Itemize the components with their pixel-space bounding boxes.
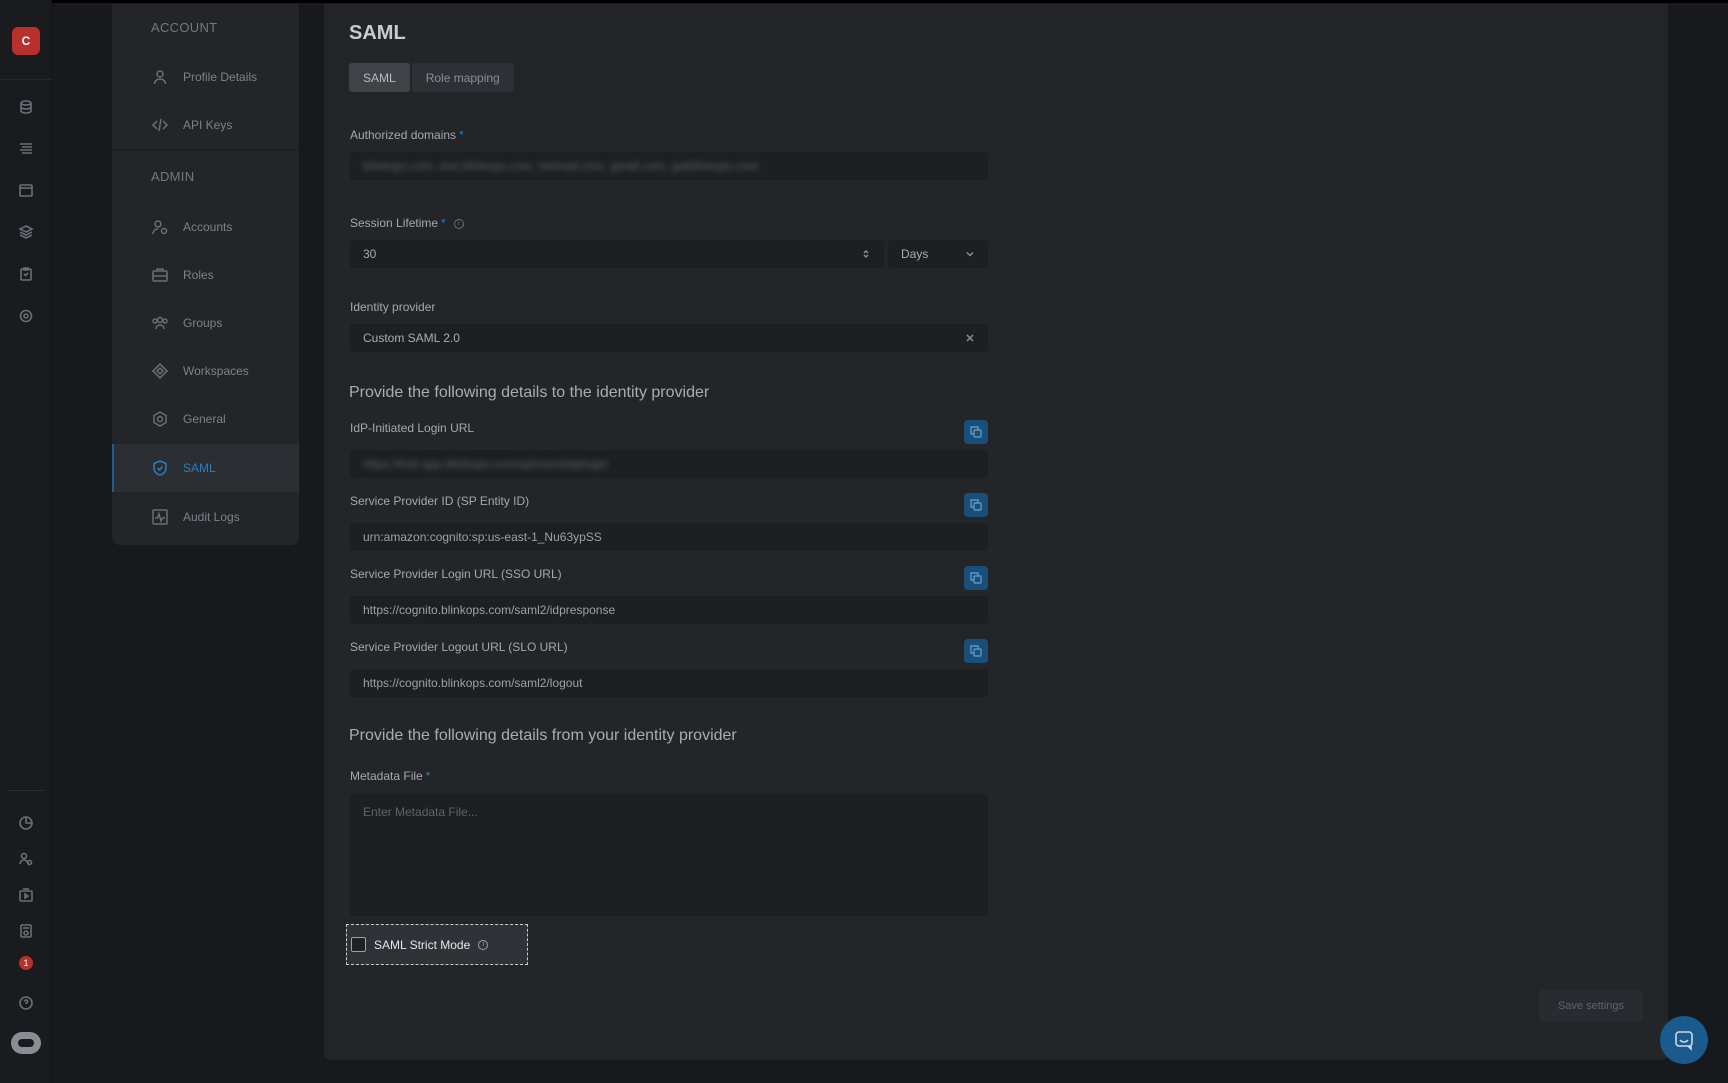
clear-icon[interactable] bbox=[965, 333, 975, 343]
slo-url-field[interactable]: https://cognito.blinkops.com/saml2/logou… bbox=[350, 669, 988, 697]
target-icon[interactable] bbox=[16, 306, 36, 326]
copy-slo-url-button[interactable] bbox=[964, 639, 988, 663]
help-icon[interactable] bbox=[16, 993, 36, 1013]
sidebar-item-label: Profile Details bbox=[183, 70, 258, 84]
sidebar-item-accounts[interactable]: Accounts bbox=[112, 204, 299, 250]
rail-divider bbox=[0, 79, 52, 80]
sidebar-item-label: Groups bbox=[183, 316, 223, 330]
sidebar-item-groups[interactable]: Groups bbox=[112, 300, 299, 346]
copy-sso-url-button[interactable] bbox=[964, 566, 988, 590]
sp-entity-id-label: Service Provider ID (SP Entity ID) bbox=[350, 494, 530, 508]
stepper-arrows-icon[interactable] bbox=[861, 249, 871, 259]
layers-icon[interactable] bbox=[16, 222, 36, 242]
sidebar-item-saml[interactable]: SAML bbox=[112, 444, 299, 492]
metadata-file-textarea[interactable]: Enter Metadata File... bbox=[350, 794, 988, 916]
sso-url-label: Service Provider Login URL (SSO URL) bbox=[350, 567, 562, 581]
tab-role-mapping[interactable]: Role mapping bbox=[411, 63, 514, 92]
sidebar-item-audit-logs[interactable]: Audit Logs bbox=[112, 494, 299, 540]
session-lifetime-stepper[interactable]: 30 bbox=[350, 240, 884, 268]
tab-bar: SAML Role mapping bbox=[349, 63, 514, 92]
shield-icon bbox=[153, 460, 167, 476]
session-lifetime-unit-select[interactable]: Days bbox=[888, 240, 988, 268]
chat-support-button[interactable] bbox=[1660, 1016, 1708, 1064]
sidebar-item-api-keys[interactable]: API Keys bbox=[112, 102, 299, 148]
idp-login-url-label: IdP-Initiated Login URL bbox=[350, 421, 475, 435]
sidebar-divider bbox=[112, 149, 299, 150]
from-idp-heading: Provide the following details from your … bbox=[349, 727, 737, 744]
code-icon bbox=[151, 118, 169, 132]
sidebar-item-label: General bbox=[183, 412, 226, 426]
chart-pie-icon[interactable] bbox=[16, 813, 36, 833]
users-icon[interactable] bbox=[16, 849, 36, 869]
diamond-icon bbox=[151, 362, 169, 380]
saml-strict-mode-label: SAML Strict Mode bbox=[374, 937, 471, 952]
media-icon[interactable] bbox=[16, 885, 36, 905]
required-mark: * bbox=[425, 769, 431, 783]
groups-icon bbox=[152, 316, 168, 330]
assistant-bot-icon[interactable] bbox=[11, 1032, 41, 1054]
authorized-domains-label: Authorized domains * bbox=[350, 128, 464, 142]
copy-icon bbox=[970, 499, 982, 511]
sso-url-field[interactable]: https://cognito.blinkops.com/saml2/idpre… bbox=[350, 596, 988, 624]
accounts-icon bbox=[152, 220, 168, 235]
copy-idp-login-url-button[interactable] bbox=[964, 420, 988, 444]
admin-section-title: ADMIN bbox=[151, 169, 195, 184]
copy-sp-entity-id-button[interactable] bbox=[964, 493, 988, 517]
copy-icon bbox=[970, 572, 982, 584]
identity-provider-label: Identity provider bbox=[350, 300, 436, 314]
database-icon[interactable] bbox=[16, 97, 36, 117]
slo-url-label: Service Provider Logout URL (SLO URL) bbox=[350, 640, 568, 654]
sidebar-item-label: Audit Logs bbox=[183, 510, 240, 524]
playbooks-icon[interactable] bbox=[16, 139, 36, 159]
authorized-domains-input[interactable]: blinkops.com, test.blinkops.com, hotmail… bbox=[350, 152, 988, 180]
app-rail: C 1 bbox=[0, 0, 52, 1083]
metadata-file-label: Metadata File * bbox=[350, 769, 431, 783]
tab-saml[interactable]: SAML bbox=[349, 63, 410, 92]
sidebar-item-label: API Keys bbox=[183, 118, 233, 132]
rail-divider-bottom bbox=[8, 790, 44, 791]
calendar-icon[interactable] bbox=[16, 180, 36, 200]
monitor-icon[interactable] bbox=[16, 921, 36, 941]
to-idp-heading: Provide the following details to the ide… bbox=[349, 384, 710, 401]
sp-entity-id-field[interactable]: urn:amazon:cognito:sp:us-east-1_Nu63ypSS bbox=[350, 523, 988, 551]
briefcase-icon bbox=[152, 268, 168, 282]
chat-icon bbox=[1675, 1031, 1693, 1051]
saml-settings-panel: SAML SAML Role mapping Authorized domain… bbox=[324, 4, 1668, 1060]
activity-icon bbox=[152, 509, 168, 525]
checkbox-box[interactable] bbox=[351, 937, 366, 952]
sidebar-item-general[interactable]: General bbox=[112, 396, 299, 442]
chevron-down-icon bbox=[966, 251, 974, 257]
saml-strict-mode-checkbox[interactable]: SAML Strict Mode i bbox=[346, 924, 528, 965]
session-lifetime-label: Session Lifetime * i bbox=[350, 216, 464, 230]
identity-provider-select[interactable]: Custom SAML 2.0 bbox=[350, 324, 988, 352]
sidebar-item-label: Workspaces bbox=[183, 364, 249, 378]
sidebar-item-label: Roles bbox=[183, 268, 214, 282]
sidebar-item-roles[interactable]: Roles bbox=[112, 252, 299, 298]
save-settings-button[interactable]: Save settings bbox=[1539, 990, 1643, 1022]
notification-badge[interactable]: 1 bbox=[19, 956, 33, 970]
account-section-title: ACCOUNT bbox=[151, 20, 218, 35]
info-icon[interactable]: i bbox=[453, 218, 464, 229]
required-mark: * bbox=[441, 216, 446, 230]
user-icon bbox=[153, 70, 167, 85]
gear-icon bbox=[153, 411, 167, 427]
copy-icon bbox=[970, 426, 982, 438]
workspace-avatar[interactable]: C bbox=[12, 27, 40, 55]
settings-sidebar: ACCOUNT Profile Details API Keys ADMIN A… bbox=[112, 4, 299, 545]
required-mark: * bbox=[459, 128, 464, 142]
clipboard-icon[interactable] bbox=[16, 264, 36, 284]
idp-login-url-field[interactable]: https://trial.app.blinkops.com/api/saml/… bbox=[350, 450, 988, 478]
sidebar-item-workspaces[interactable]: Workspaces bbox=[112, 348, 299, 394]
info-icon[interactable]: i bbox=[478, 939, 489, 950]
sidebar-item-label: SAML bbox=[183, 461, 216, 475]
page-title: SAML bbox=[349, 22, 406, 44]
sidebar-item-profile-details[interactable]: Profile Details bbox=[112, 54, 299, 100]
sidebar-item-label: Accounts bbox=[183, 220, 233, 234]
top-border bbox=[0, 0, 1728, 3]
copy-icon bbox=[970, 645, 982, 657]
